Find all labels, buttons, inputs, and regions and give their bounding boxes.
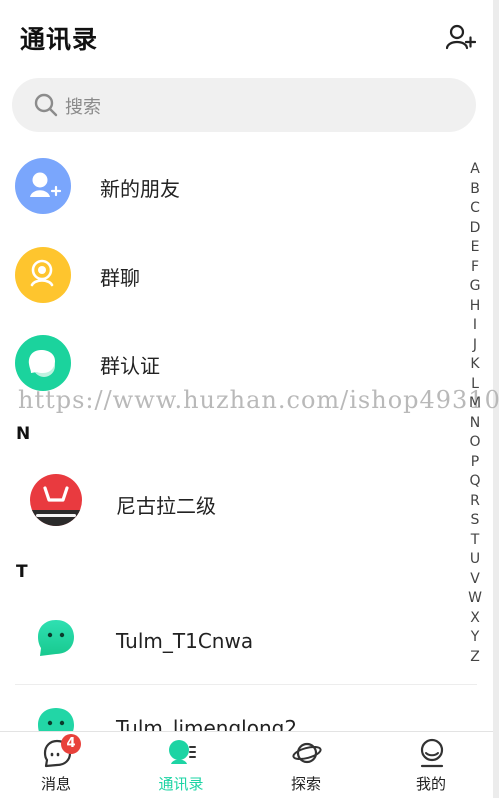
group-verify-label: 群认证 xyxy=(100,354,160,378)
contact-name: Tulm_T1Cnwa xyxy=(116,629,254,653)
index-letter-e[interactable]: E xyxy=(466,238,484,258)
index-letter-p[interactable]: P xyxy=(466,453,484,473)
index-letter-j[interactable]: J xyxy=(466,336,484,356)
group-chat-label: 群聊 xyxy=(100,266,140,290)
index-letter-t[interactable]: T xyxy=(466,531,484,551)
contact-name: 尼古拉二级 xyxy=(116,494,216,518)
unread-badge: 4 xyxy=(61,734,81,754)
new-friends-entry[interactable]: 新的朋友 xyxy=(0,146,460,226)
person-add-icon[interactable] xyxy=(445,24,477,50)
index-letter-n[interactable]: N xyxy=(466,414,484,434)
tab-label: 通讯录 xyxy=(158,775,204,793)
contact-row[interactable]: Tulm_T1Cnwa xyxy=(0,598,460,678)
makermall-logo xyxy=(30,474,82,526)
index-letter-r[interactable]: R xyxy=(466,492,484,512)
new-friend-icon xyxy=(15,158,71,214)
tab-profile[interactable]: 我的 xyxy=(376,732,486,799)
index-letter-b[interactable]: B xyxy=(466,180,484,200)
tab-label: 探索 xyxy=(290,775,321,793)
index-letter-q[interactable]: Q xyxy=(466,472,484,492)
section-header-t: T xyxy=(16,562,28,582)
chat-bubble-avatar xyxy=(36,618,76,658)
index-letter-d[interactable]: D xyxy=(466,219,484,239)
index-letter-s[interactable]: S xyxy=(466,511,484,531)
index-letter-a[interactable]: A xyxy=(466,160,484,180)
index-letter-u[interactable]: U xyxy=(466,550,484,570)
section-header-n: N xyxy=(16,424,31,444)
index-letter-h[interactable]: H xyxy=(466,297,484,317)
index-letter-w[interactable]: W xyxy=(466,589,484,609)
index-letter-o[interactable]: O xyxy=(466,433,484,453)
row-divider xyxy=(15,684,477,685)
group-verify-icon xyxy=(15,335,71,391)
chat-bubble-avatar xyxy=(36,706,76,731)
search-bar[interactable]: 搜索 xyxy=(12,78,476,132)
alphabet-index[interactable]: ABCDEFGHIJKLMNOPQRSTUVWXYZ xyxy=(466,160,484,667)
index-letter-i[interactable]: I xyxy=(466,316,484,336)
index-letter-y[interactable]: Y xyxy=(466,628,484,648)
bottom-tab-bar: 4 消息 通讯录 探索 我的 xyxy=(0,731,493,799)
tab-contacts[interactable]: 通讯录 xyxy=(126,732,236,799)
index-letter-v[interactable]: V xyxy=(466,570,484,590)
group-chat-entry[interactable]: 群聊 xyxy=(0,235,460,315)
index-letter-l[interactable]: L xyxy=(466,375,484,395)
tab-label: 我的 xyxy=(415,775,446,793)
contact-row[interactable]: 尼古拉二级 xyxy=(0,460,460,540)
index-letter-f[interactable]: F xyxy=(466,258,484,278)
new-friends-label: 新的朋友 xyxy=(100,177,180,201)
search-icon xyxy=(34,93,58,121)
header: 通讯录 xyxy=(0,0,493,76)
page-title: 通讯录 xyxy=(20,25,99,54)
tab-messages[interactable]: 4 消息 xyxy=(1,732,111,799)
tab-label: 消息 xyxy=(40,775,71,793)
tab-explore[interactable]: 探索 xyxy=(251,732,361,799)
search-placeholder: 搜索 xyxy=(65,97,101,118)
index-letter-c[interactable]: C xyxy=(466,199,484,219)
profile-icon xyxy=(417,738,447,768)
index-letter-z[interactable]: Z xyxy=(466,648,484,668)
watermark-text: https://www.huzhan.com/ishop49310 xyxy=(18,386,499,414)
index-letter-k[interactable]: K xyxy=(466,355,484,375)
planet-icon xyxy=(292,738,322,768)
group-chat-icon xyxy=(15,247,71,303)
index-letter-m[interactable]: M xyxy=(466,394,484,414)
index-letter-g[interactable]: G xyxy=(466,277,484,297)
contacts-icon xyxy=(167,738,197,768)
contact-row[interactable]: Tulm_limenglong2 xyxy=(0,686,460,731)
contact-name: Tulm_limenglong2 xyxy=(116,716,298,731)
index-letter-x[interactable]: X xyxy=(466,609,484,629)
